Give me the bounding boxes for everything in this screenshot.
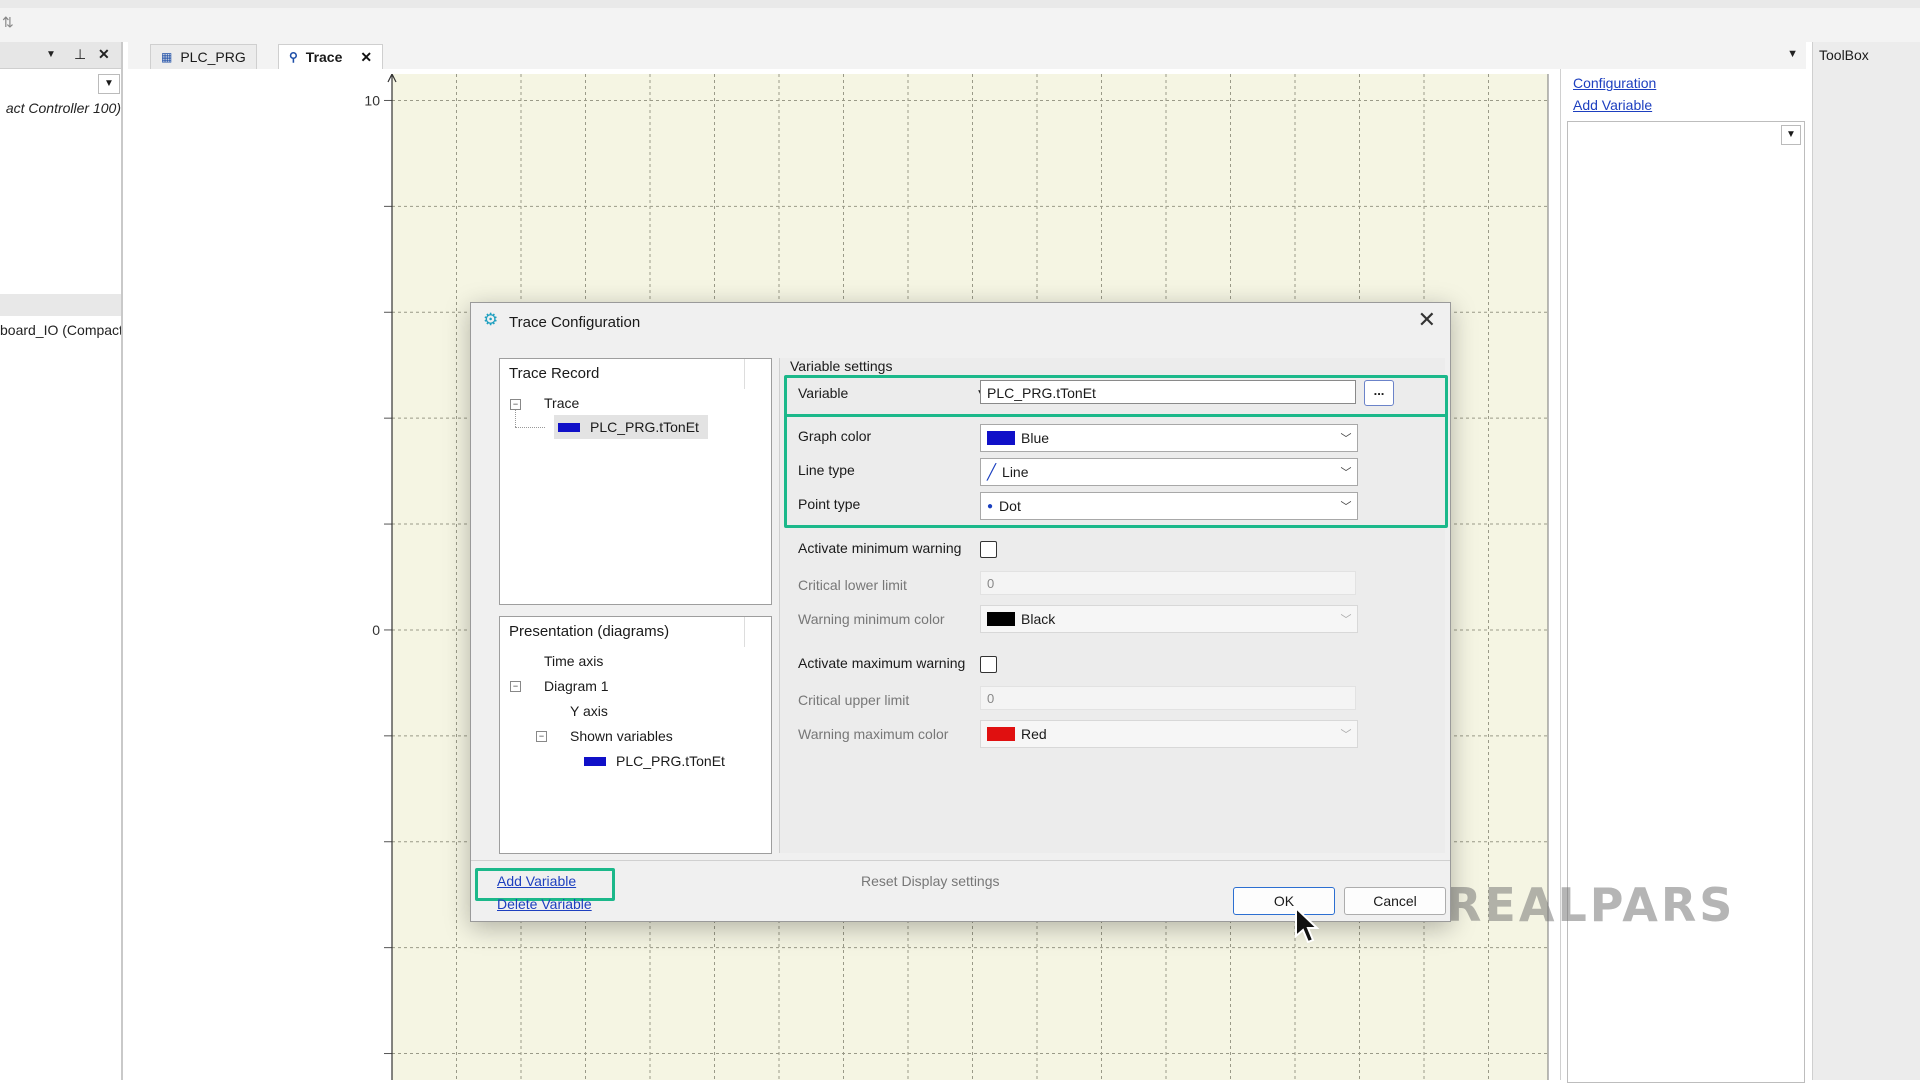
trace-icon: ⚲: [289, 50, 298, 64]
add-variable-link[interactable]: Add Variable: [497, 873, 576, 889]
tree-line: [515, 410, 517, 427]
tab-plc-prg[interactable]: ▦ PLC_PRG: [150, 44, 257, 69]
max-warning-checkbox[interactable]: [980, 656, 997, 673]
collapse-icon[interactable]: −: [510, 681, 521, 692]
tab-label: PLC_PRG: [180, 49, 246, 65]
color-swatch: [987, 612, 1015, 626]
color-swatch: [987, 727, 1015, 741]
max-warning-label: Activate maximum warning: [798, 655, 966, 671]
min-warning-checkbox[interactable]: [980, 541, 997, 558]
trace-config-icon: ⚙: [483, 310, 499, 329]
trace-configuration-dialog: ⚙ Trace Configuration ✕ Trace Record − T…: [470, 302, 1451, 922]
warn-max-color-value: Red: [1021, 726, 1047, 742]
color-swatch: [584, 757, 606, 766]
collapse-icon[interactable]: −: [510, 399, 521, 410]
graph-color-value: Blue: [1021, 430, 1050, 446]
chevron-down-icon[interactable]: ▼: [1787, 48, 1798, 60]
variable-input[interactable]: PLC_PRG.tTonEt: [980, 380, 1356, 404]
graph-color-select[interactable]: Blue ﹀: [980, 424, 1358, 452]
min-warning-label: Activate minimum warning: [798, 540, 962, 556]
browse-button[interactable]: ...: [1364, 380, 1394, 406]
tree-item-y-axis[interactable]: Y axis: [570, 703, 608, 719]
cancel-button[interactable]: Cancel: [1344, 887, 1446, 915]
chevron-down-icon: ﹀: [1340, 467, 1352, 479]
devices-panel: ▼ ⊥ ✕ ▼ act Controller 100) board_IO (Co…: [0, 42, 123, 1080]
chevron-down-icon[interactable]: ▼: [98, 74, 120, 94]
close-icon[interactable]: ✕: [98, 46, 110, 63]
trace-record-header: Trace Record: [500, 359, 745, 389]
warn-min-color-select[interactable]: Black ﹀: [980, 605, 1358, 633]
warn-min-color-label: Warning minimum color: [798, 611, 945, 627]
dialog-title: Trace Configuration: [509, 314, 641, 331]
toolbar-icon[interactable]: ⇅: [2, 14, 14, 31]
line-type-value: Line: [1002, 464, 1029, 480]
presentation-header: Presentation (diagrams): [500, 617, 745, 647]
tree-line: [515, 427, 545, 429]
critical-upper-input[interactable]: 0: [980, 686, 1356, 710]
toolbar: ⇅: [0, 8, 1920, 42]
line-type-label: Line type: [798, 462, 855, 478]
warn-max-color-select[interactable]: Red ﹀: [980, 720, 1358, 748]
mouse-cursor-icon: [1295, 906, 1320, 944]
devices-panel-header: ▼ ⊥ ✕: [0, 42, 121, 69]
device-tree-item[interactable]: act Controller 100): [0, 100, 121, 116]
variable-settings-label: Variable settings: [790, 358, 893, 374]
tree-item-time-axis[interactable]: Time axis: [544, 653, 603, 669]
chevron-down-icon: ﹀: [1340, 729, 1352, 741]
dot-icon: ●: [987, 500, 994, 512]
tree-item-shown-variables[interactable]: Shown variables: [570, 728, 673, 744]
variable-kind-select[interactable]: Variable ▼: [790, 380, 990, 406]
tab-trace[interactable]: ⚲ Trace ✕: [278, 44, 384, 69]
y-tick-label: 10: [364, 92, 380, 108]
tree-item-diagram[interactable]: Diagram 1: [544, 678, 609, 694]
chevron-down-icon: ﹀: [1340, 614, 1352, 626]
variable-list[interactable]: ▼: [1567, 121, 1805, 1083]
tab-label: Trace: [305, 49, 343, 65]
panel-menu-icon[interactable]: ▼: [46, 49, 56, 60]
color-swatch: [558, 423, 580, 432]
tree-item-variable[interactable]: PLC_PRG.tTonEt: [590, 419, 699, 435]
chevron-down-icon[interactable]: ▼: [1781, 125, 1801, 145]
toolbox-panel: ToolBox: [1812, 42, 1920, 1080]
close-icon[interactable]: ✕: [360, 49, 372, 66]
presentation-tree: Presentation (diagrams) Time axis − Diag…: [499, 616, 772, 854]
delete-variable-link[interactable]: Delete Variable: [497, 896, 592, 912]
trace-record-tree: Trace Record − Trace PLC_PRG.tTonEt: [499, 358, 772, 605]
variable-kind-value: Variable: [798, 385, 849, 401]
point-type-value: Dot: [999, 498, 1021, 514]
dialog-separator: [471, 860, 1450, 861]
chevron-down-icon: ﹀: [1340, 433, 1352, 445]
add-variable-link[interactable]: Add Variable: [1573, 97, 1652, 113]
warn-max-color-label: Warning maximum color: [798, 726, 949, 742]
watermark-logo: REALPARS: [1446, 878, 1736, 932]
point-type-label: Point type: [798, 496, 861, 512]
critical-lower-input[interactable]: 0: [980, 571, 1356, 595]
line-type-select[interactable]: ╱ Line ﹀: [980, 458, 1358, 486]
critical-lower-label: Critical lower limit: [798, 577, 907, 593]
color-swatch: [987, 431, 1015, 445]
line-icon: ╱: [987, 464, 997, 481]
variable-settings-pane: Variable settings Variable ▼ PLC_PRG.tTo…: [779, 358, 1448, 853]
reset-display-settings[interactable]: Reset Display settings: [861, 873, 1000, 889]
critical-upper-label: Critical upper limit: [798, 692, 910, 708]
pin-icon[interactable]: ⊥: [74, 46, 86, 63]
chevron-down-icon: ﹀: [1340, 501, 1352, 513]
collapse-icon[interactable]: −: [536, 731, 547, 742]
graph-color-label: Graph color: [798, 428, 872, 444]
y-tick-label: 0: [372, 622, 380, 638]
device-tree-band: [0, 294, 121, 316]
tree-item-variable[interactable]: PLC_PRG.tTonEt: [616, 753, 725, 769]
point-type-select[interactable]: ● Dot ﹀: [980, 492, 1358, 520]
tree-item-trace[interactable]: Trace: [544, 395, 579, 411]
warn-min-color-value: Black: [1021, 611, 1056, 627]
device-tree-item[interactable]: board_IO (Compact: [0, 322, 121, 338]
program-icon: ▦: [161, 50, 173, 64]
editor-tab-bar: ▦ PLC_PRG ⚲ Trace ✕ ▼: [128, 42, 1806, 70]
close-icon[interactable]: ✕: [1418, 307, 1436, 333]
toolbox-title: ToolBox: [1819, 47, 1869, 63]
configuration-link[interactable]: Configuration: [1573, 75, 1656, 91]
